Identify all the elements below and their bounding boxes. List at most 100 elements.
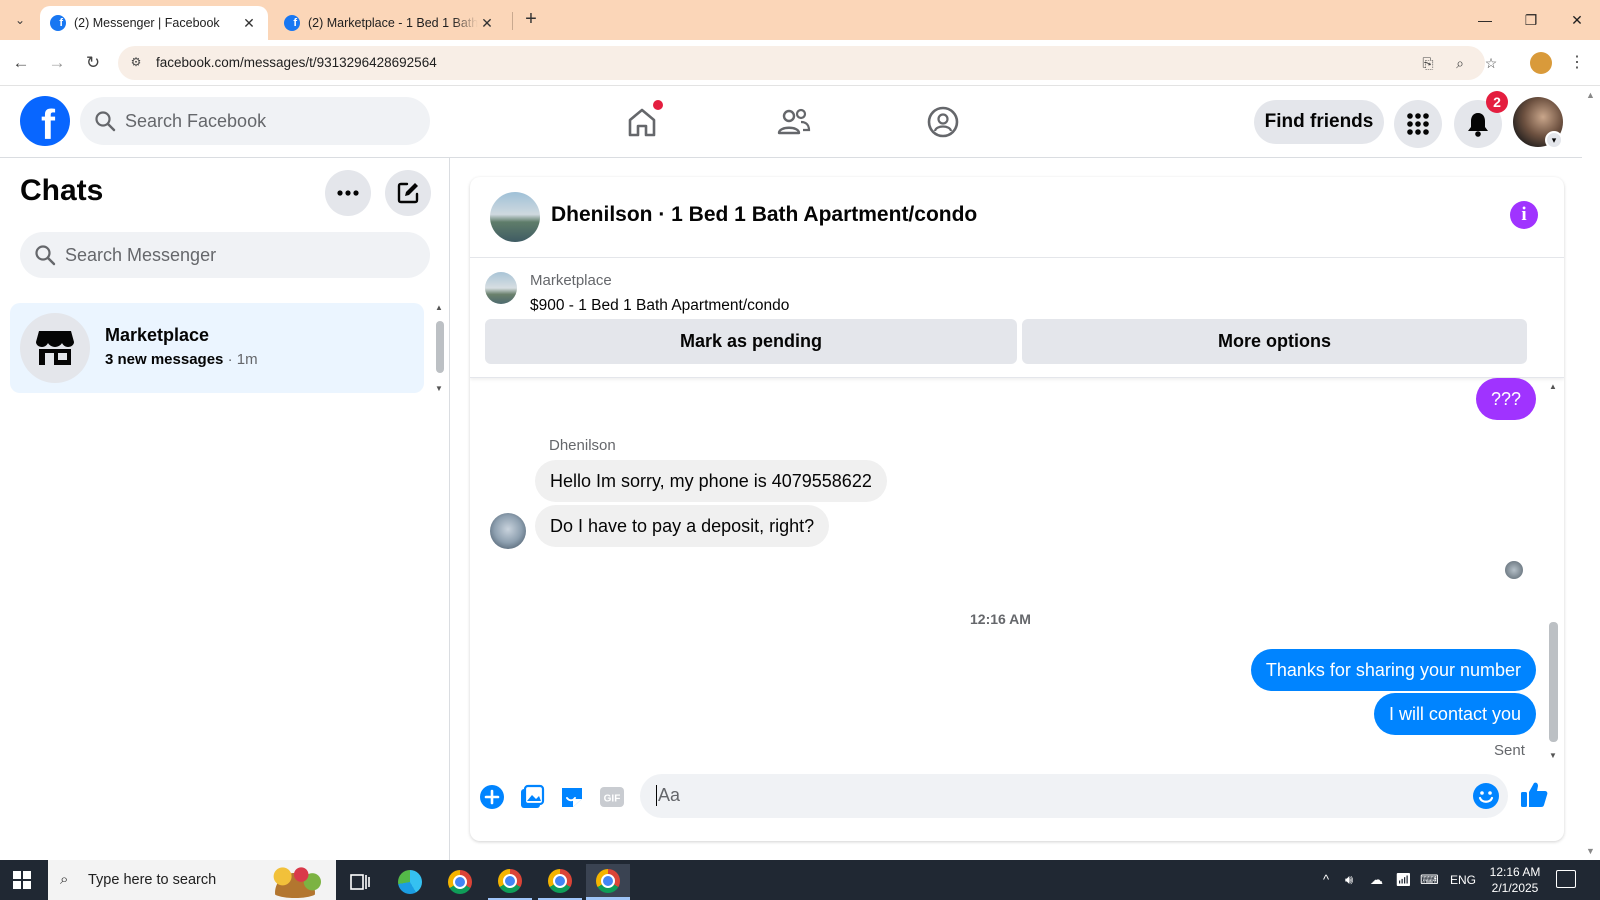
messenger-search-input[interactable]: Search Messenger	[20, 232, 430, 278]
edge-browser-icon[interactable]	[388, 864, 432, 900]
conversation-header: Dhenilson · 1 Bed 1 Bath Apartment/condo…	[470, 177, 1564, 258]
message-scrollbar[interactable]: ▲ ▼	[1546, 382, 1560, 760]
back-button[interactable]: ←	[8, 50, 34, 76]
sender-name: Dhenilson	[549, 437, 616, 454]
windows-taskbar: ⌕ Type here to search ^ 🔊︎ ☁︎ 📶︎ ⌨︎ ENG …	[0, 860, 1600, 900]
close-tab-icon[interactable]: ✕	[240, 15, 258, 32]
menu-grid-button[interactable]	[1394, 100, 1442, 148]
friends-icon[interactable]	[774, 102, 814, 142]
clock-date: 2/1/2025	[1491, 881, 1539, 895]
volume-icon[interactable]: 🔊︎	[1345, 872, 1353, 888]
tab-messenger[interactable]: f (2) Messenger | Facebook ✕	[40, 6, 268, 40]
more-dots-icon	[337, 190, 359, 196]
chat-options-button[interactable]	[325, 170, 371, 216]
listing-thumbnail[interactable]	[485, 272, 517, 304]
chrome-icon[interactable]	[438, 864, 482, 900]
sticker-icon[interactable]	[558, 783, 586, 811]
facebook-favicon-icon: f	[50, 15, 66, 31]
scroll-down-icon[interactable]: ▼	[1549, 751, 1557, 760]
url-text[interactable]: facebook.com/messages/t/9313296428692564	[156, 55, 437, 70]
scroll-up-icon[interactable]: ▲	[1586, 90, 1595, 100]
tab-title: (2) Marketplace - 1 Bed 1 Bath Apartment…	[308, 16, 478, 30]
page-scrollbar[interactable]: ▲ ▼	[1582, 86, 1600, 860]
search-placeholder: Search Facebook	[125, 111, 267, 131]
show-hidden-icons-chevron-icon[interactable]: ^	[1323, 872, 1329, 887]
new-message-button[interactable]	[385, 170, 431, 216]
search-placeholder: Search Messenger	[65, 245, 217, 265]
reload-button[interactable]: ↻	[80, 50, 106, 76]
site-settings-icon[interactable]: ⚙	[128, 55, 144, 71]
mark-as-pending-button[interactable]: Mark as pending	[485, 319, 1017, 364]
facebook-search-input[interactable]: Search Facebook	[80, 97, 430, 145]
seen-indicator-avatar	[1505, 561, 1523, 579]
tab-marketplace[interactable]: f (2) Marketplace - 1 Bed 1 Bath Apartme…	[274, 6, 506, 40]
more-options-button[interactable]: More options	[1022, 319, 1527, 364]
more-actions-plus-icon[interactable]	[478, 783, 506, 811]
address-bar[interactable]: ⚙ facebook.com/messages/t/93132964286925…	[118, 46, 1497, 80]
browser-menu-icon[interactable]: ⋮	[1569, 51, 1585, 75]
sender-avatar[interactable]	[490, 513, 526, 549]
bell-icon	[1468, 113, 1488, 137]
chevron-down-icon[interactable]: ▾	[1545, 131, 1563, 149]
notification-center-icon[interactable]	[1556, 870, 1576, 888]
facebook-favicon-icon: f	[284, 15, 300, 31]
info-icon[interactable]: i	[1510, 201, 1538, 229]
emoji-icon[interactable]	[1472, 782, 1500, 810]
groups-icon[interactable]	[923, 102, 963, 142]
close-window-button[interactable]: ✕	[1554, 8, 1600, 32]
message-status: Sent	[1494, 742, 1525, 759]
chat-time: · 1m	[223, 351, 258, 368]
network-icon[interactable]: 📶︎	[1395, 872, 1412, 888]
attach-photo-icon[interactable]	[518, 783, 546, 811]
language-indicator[interactable]: ENG	[1450, 873, 1476, 887]
conversation-avatar[interactable]	[490, 192, 540, 242]
thumbs-up-icon[interactable]	[1518, 779, 1550, 811]
tab-separator	[512, 12, 513, 30]
outgoing-message[interactable]: I will contact you	[1373, 693, 1536, 735]
chat-item-marketplace[interactable]: Marketplace 3 new messages · 1m	[10, 303, 424, 393]
listing-title[interactable]: $900 - 1 Bed 1 Bath Apartment/condo	[530, 297, 789, 315]
forward-button[interactable]: →	[44, 50, 70, 76]
search-icon	[95, 111, 116, 132]
scroll-thumb[interactable]	[436, 321, 444, 373]
conversation-title[interactable]: Dhenilson · 1 Bed 1 Bath Apartment/condo	[551, 203, 977, 227]
bookmark-star-icon[interactable]: ☆	[1481, 53, 1501, 73]
listing-banner: Marketplace $900 - 1 Bed 1 Bath Apartmen…	[470, 258, 1564, 378]
scroll-up-icon[interactable]: ▲	[435, 303, 443, 312]
scroll-down-icon[interactable]: ▼	[1586, 846, 1595, 856]
chat-name: Marketplace	[105, 325, 210, 345]
windows-start-button[interactable]	[13, 871, 31, 889]
scroll-thumb[interactable]	[1549, 622, 1558, 742]
zoom-icon[interactable]: ⌕	[1450, 53, 1470, 73]
onedrive-cloud-icon[interactable]: ☁︎	[1370, 872, 1383, 888]
incoming-message[interactable]: Hello Im sorry, my phone is 4079558622	[535, 460, 887, 502]
taskbar-clock[interactable]: 12:16 AM 2/1/2025	[1480, 864, 1550, 896]
chat-list-scrollbar[interactable]: ▲ ▼	[434, 303, 446, 393]
notification-badge: 2	[1486, 91, 1508, 113]
restore-button[interactable]: ❐	[1508, 8, 1554, 32]
chrome-profile-icon[interactable]	[538, 864, 582, 900]
scroll-down-icon[interactable]: ▼	[435, 384, 443, 393]
chrome-profile-icon[interactable]	[488, 864, 532, 900]
compose-icon	[397, 182, 419, 204]
new-tab-button[interactable]: +	[520, 8, 542, 30]
browser-profile-icon[interactable]	[1530, 52, 1552, 74]
incoming-message[interactable]: Do I have to pay a deposit, right?	[535, 505, 830, 547]
clock-time: 12:16 AM	[1489, 865, 1541, 879]
find-friends-button[interactable]: Find friends	[1254, 100, 1384, 144]
close-tab-icon[interactable]: ✕	[478, 15, 496, 32]
outgoing-message[interactable]: ???	[1475, 378, 1536, 420]
keyboard-icon[interactable]: ⌨︎	[1420, 872, 1439, 888]
install-app-icon[interactable]: ⎘	[1418, 53, 1438, 73]
tab-search-chevron-icon[interactable]: ⌄	[8, 8, 32, 32]
search-highlight-illustration	[264, 862, 326, 898]
gif-icon[interactable]: GIF	[598, 783, 626, 811]
message-input[interactable]: Aa	[640, 774, 1508, 818]
chrome-active-window-icon[interactable]	[586, 864, 630, 900]
minimize-button[interactable]: —	[1462, 8, 1508, 32]
task-view-icon[interactable]	[338, 864, 382, 900]
scroll-up-icon[interactable]: ▲	[1549, 382, 1557, 391]
taskbar-search-input[interactable]: ⌕ Type here to search	[48, 860, 336, 900]
facebook-logo[interactable]: f	[20, 96, 70, 146]
outgoing-message[interactable]: Thanks for sharing your number	[1250, 649, 1536, 691]
